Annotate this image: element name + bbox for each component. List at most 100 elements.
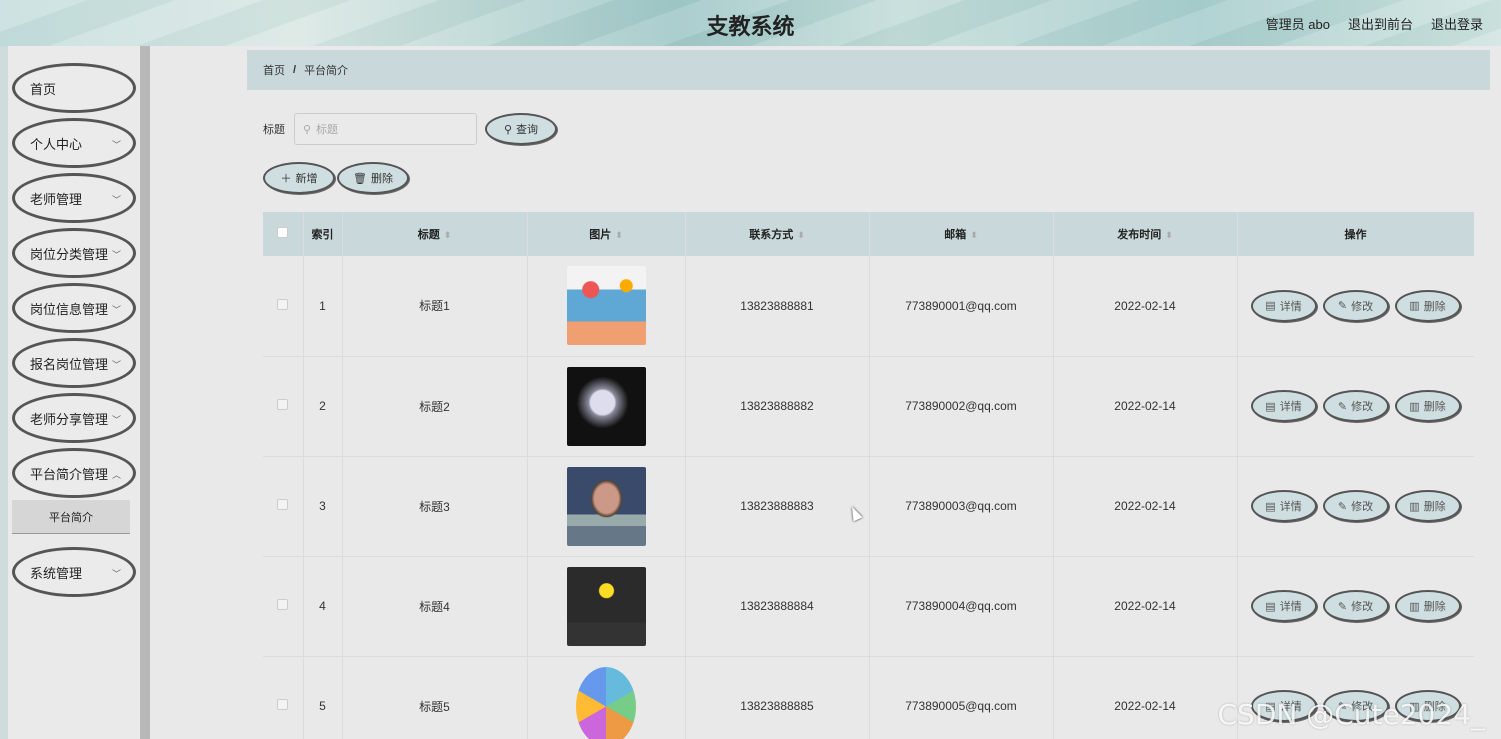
table-row: 1 标题1 13823888881 773890001@qq.com 2022-… — [263, 256, 1474, 357]
sidebar-item-label: 岗位信息管理 — [30, 301, 109, 317]
row-email: 773890004@qq.com — [869, 556, 1054, 657]
header-email[interactable]: 邮箱 ⬍ — [869, 212, 1054, 256]
document-icon: ▤ — [1265, 300, 1276, 313]
breadcrumb-current: 平台简介 — [304, 65, 349, 77]
sidebar-item-position-info[interactable]: 岗位信息管理 ﹀ — [12, 283, 136, 333]
delete-button[interactable]: ▥ 删除 — [1394, 590, 1461, 622]
row-email: 773890001@qq.com — [869, 256, 1054, 357]
search-input[interactable]: ⚲ 标题 — [294, 113, 477, 145]
sidebar-item-personal-center[interactable]: 个人中心 ﹀ — [12, 118, 136, 168]
select-all-checkbox[interactable] — [277, 227, 289, 238]
sidebar-item-system-management[interactable]: 系统管理 ﹀ — [12, 547, 136, 597]
row-contact: 13823888881 — [685, 256, 870, 357]
sidebar-item-label: 老师分享管理 — [30, 411, 109, 427]
row-image-robot-face[interactable] — [566, 366, 646, 446]
row-title: 标题3 — [342, 456, 528, 557]
document-icon: ▤ — [1265, 400, 1276, 413]
detail-button[interactable]: ▤ 详情 — [1250, 590, 1317, 622]
sort-icon[interactable]: ⬍ — [444, 230, 452, 240]
sidebar-item-label: 平台简介管理 — [30, 466, 109, 482]
header-image[interactable]: 图片 ⬍ — [527, 212, 686, 256]
back-to-front-link[interactable]: 退出到前台 — [1348, 14, 1413, 33]
sort-icon[interactable]: ⬍ — [615, 230, 623, 240]
row-image-infographic[interactable] — [576, 666, 636, 739]
sort-icon[interactable]: ⬍ — [797, 230, 805, 240]
row-image-education-chalkboard[interactable] — [566, 566, 646, 646]
sidebar-item-home[interactable]: 首页 — [12, 63, 136, 113]
row-title: 标题1 — [342, 256, 528, 357]
row-contact: 13823888882 — [685, 356, 870, 457]
plus-icon: ＋ — [280, 173, 292, 185]
row-index: 2 — [303, 356, 343, 457]
sidebar-item-teacher-management[interactable]: 老师管理 ﹀ — [12, 173, 136, 223]
trash-icon: ▥ — [1409, 600, 1420, 613]
delete-button[interactable]: ▥ 删除 — [1394, 289, 1461, 322]
admin-user-label[interactable]: 管理员 abo — [1266, 14, 1330, 33]
header-contact[interactable]: 联系方式 ⬍ — [685, 212, 870, 256]
row-index: 3 — [303, 456, 343, 557]
sidebar-scrollbar[interactable] — [140, 46, 150, 739]
sidebar-item-label: 老师管理 — [30, 191, 83, 207]
sort-icon[interactable]: ⬍ — [1165, 230, 1173, 240]
chevron-up-icon: ︿ — [111, 470, 121, 480]
header-links: 管理员 abo 退出到前台 退出登录 — [1266, 14, 1483, 33]
row-date: 2022-02-14 — [1053, 256, 1238, 357]
sidebar-item-label: 岗位分类管理 — [30, 246, 109, 262]
row-date: 2022-02-14 — [1053, 556, 1238, 657]
add-button-label: 新增 — [295, 173, 318, 185]
row-email: 773890005@qq.com — [869, 656, 1054, 739]
watermark: CSDN @Cute2024_ — [1217, 698, 1486, 731]
chevron-down-icon: ﹀ — [111, 305, 121, 315]
row-title: 标题5 — [342, 656, 528, 739]
sidebar-item-position-category[interactable]: 岗位分类管理 ﹀ — [12, 228, 136, 278]
batch-delete-button[interactable]: 🗑 删除 — [337, 162, 409, 194]
sidebar: 首页 个人中心 ﹀ 老师管理 ﹀ 岗位分类管理 ﹀ 岗位信息管理 ﹀ 报名岗位管理 ﹀ 老… — [8, 46, 140, 739]
header-operations: 操作 — [1237, 212, 1474, 256]
detail-button[interactable]: ▤ 详情 — [1250, 490, 1317, 522]
row-title: 标题4 — [342, 556, 528, 657]
submenu-item-platform-intro[interactable]: 平台简介 — [12, 500, 130, 534]
row-date: 2022-02-14 — [1053, 456, 1238, 557]
delete-button[interactable]: ▥ 删除 — [1394, 490, 1461, 522]
search-placeholder: 标题 — [316, 124, 339, 136]
row-checkbox[interactable] — [277, 499, 289, 510]
sidebar-item-platform-intro-management[interactable]: 平台简介管理 ︿ — [12, 448, 136, 498]
chevron-down-icon: ﹀ — [111, 140, 121, 150]
search-icon: ⚲ — [303, 123, 312, 136]
row-email: 773890003@qq.com — [869, 456, 1054, 557]
delete-button[interactable]: ▥ 删除 — [1394, 390, 1461, 422]
row-checkbox[interactable] — [277, 599, 289, 610]
sidebar-item-application[interactable]: 报名岗位管理 ﹀ — [12, 338, 136, 388]
header-index: 索引 — [303, 212, 343, 256]
row-checkbox[interactable] — [277, 298, 289, 310]
row-image-laptop[interactable] — [566, 266, 646, 346]
add-button[interactable]: ＋ 新增 — [263, 162, 335, 194]
sort-icon[interactable]: ⬍ — [970, 230, 978, 240]
row-date: 2022-02-14 — [1053, 656, 1238, 739]
top-header: 支教系统 管理员 abo 退出到前台 退出登录 — [0, 0, 1501, 46]
row-contact: 13823888883 — [685, 456, 870, 557]
header-title[interactable]: 标题 ⬍ — [342, 212, 528, 256]
row-checkbox[interactable] — [277, 699, 289, 710]
edit-button[interactable]: ✎ 修改 — [1322, 289, 1389, 322]
detail-button[interactable]: ▤ 详情 — [1250, 289, 1317, 322]
edit-button[interactable]: ✎ 修改 — [1322, 590, 1389, 622]
row-checkbox[interactable] — [277, 399, 289, 410]
detail-button[interactable]: ▤ 详情 — [1250, 390, 1317, 422]
edit-button[interactable]: ✎ 修改 — [1322, 490, 1389, 522]
row-image-child-keyboard[interactable] — [566, 466, 646, 546]
table-row: 4 标题4 13823888884 773890004@qq.com 2022-… — [263, 556, 1474, 657]
pencil-icon: ✎ — [1337, 600, 1348, 613]
header-publish-time[interactable]: 发布时间 ⬍ — [1053, 212, 1238, 256]
edit-button[interactable]: ✎ 修改 — [1322, 390, 1389, 422]
breadcrumb-separator: / — [293, 64, 297, 76]
sidebar-item-teacher-share[interactable]: 老师分享管理 ﹀ — [12, 393, 136, 443]
query-button[interactable]: ⚲ 查询 — [485, 113, 557, 145]
document-icon: ▤ — [1265, 500, 1276, 513]
breadcrumb-home[interactable]: 首页 — [263, 62, 285, 78]
logout-link[interactable]: 退出登录 — [1431, 14, 1483, 33]
trash-icon: ▥ — [1409, 400, 1420, 413]
search-icon: ⚲ — [503, 123, 513, 136]
breadcrumb: 首页 / 平台简介 — [247, 50, 1490, 90]
row-date: 2022-02-14 — [1053, 356, 1238, 457]
